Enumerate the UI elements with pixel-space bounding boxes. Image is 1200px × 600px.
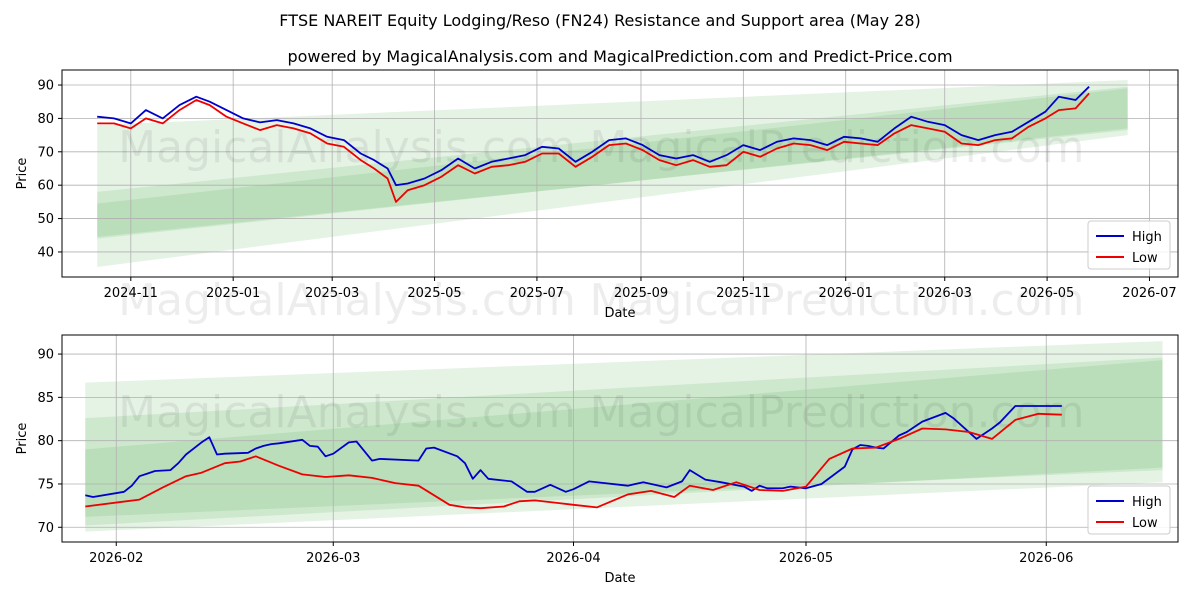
y-tick-label: 80: [37, 112, 54, 127]
y-tick-label: 50: [37, 212, 54, 227]
y-tick-label: 40: [37, 245, 54, 260]
x-tick-label: 2025-07: [510, 286, 564, 301]
x-tick-label: 2025-03: [305, 286, 359, 301]
y-axis-label: Price: [15, 158, 30, 190]
legend-frame: [1087, 485, 1171, 535]
x-tick-label: 2026-05: [779, 551, 833, 566]
x-tick-label: 2026-06: [1019, 551, 1073, 566]
y-tick-label: 60: [37, 179, 54, 194]
x-tick-label: 2026-03: [306, 551, 360, 566]
chart-panel-1: MagicalAnalysis.comMagicalAnalysis.comMa…: [15, 69, 1179, 326]
x-tick-label: 2026-01: [819, 286, 873, 301]
x-tick-label: 2025-09: [614, 286, 668, 301]
legend-label-high: High: [1132, 230, 1162, 245]
y-tick-label: 75: [37, 477, 54, 492]
x-tick-label: 2025-01: [206, 286, 260, 301]
y-tick-label: 90: [37, 79, 54, 94]
x-tick-label: 2025-05: [407, 286, 461, 301]
y-tick-label: 70: [37, 521, 54, 536]
chart-canvas: FTSE NAREIT Equity Lodging/Reso (FN24) R…: [15, 11, 1179, 586]
legend-label-high: High: [1132, 495, 1162, 510]
watermark-text: MagicalPrediction.com: [590, 122, 1085, 173]
x-tick-label: 2026-03: [918, 286, 972, 301]
x-axis-label: Date: [604, 306, 635, 321]
x-tick-label: 2026-07: [1122, 286, 1176, 301]
x-axis-label: Date: [604, 571, 635, 586]
y-tick-label: 90: [37, 348, 54, 363]
legend-frame: [1087, 220, 1171, 270]
legend: High Low: [1087, 485, 1171, 535]
x-tick-label: 2026-04: [546, 551, 600, 566]
chart-panel-2: MagicalAnalysis.com MagicalPrediction.com…: [15, 334, 1179, 586]
legend: High Low: [1087, 220, 1171, 270]
band-group: [97, 80, 1128, 267]
watermark-text: MagicalAnalysis.com: [118, 387, 576, 438]
x-tick-label: 2025-11: [716, 286, 770, 301]
y-axis-label: Price: [15, 423, 30, 455]
y-tick-label: 70: [37, 145, 54, 160]
chart-subtitle: powered by MagicalAnalysis.com and Magic…: [287, 47, 952, 66]
legend-label-low: Low: [1132, 516, 1158, 531]
legend-label-low: Low: [1132, 251, 1158, 266]
y-tick-label: 85: [37, 391, 54, 406]
x-tick-label: 2026-02: [89, 551, 143, 566]
x-tick-label: 2024-11: [104, 286, 158, 301]
y-tick-label: 80: [37, 434, 54, 449]
x-tick-label: 2026-05: [1020, 286, 1074, 301]
chart-title: FTSE NAREIT Equity Lodging/Reso (FN24) R…: [279, 11, 920, 30]
